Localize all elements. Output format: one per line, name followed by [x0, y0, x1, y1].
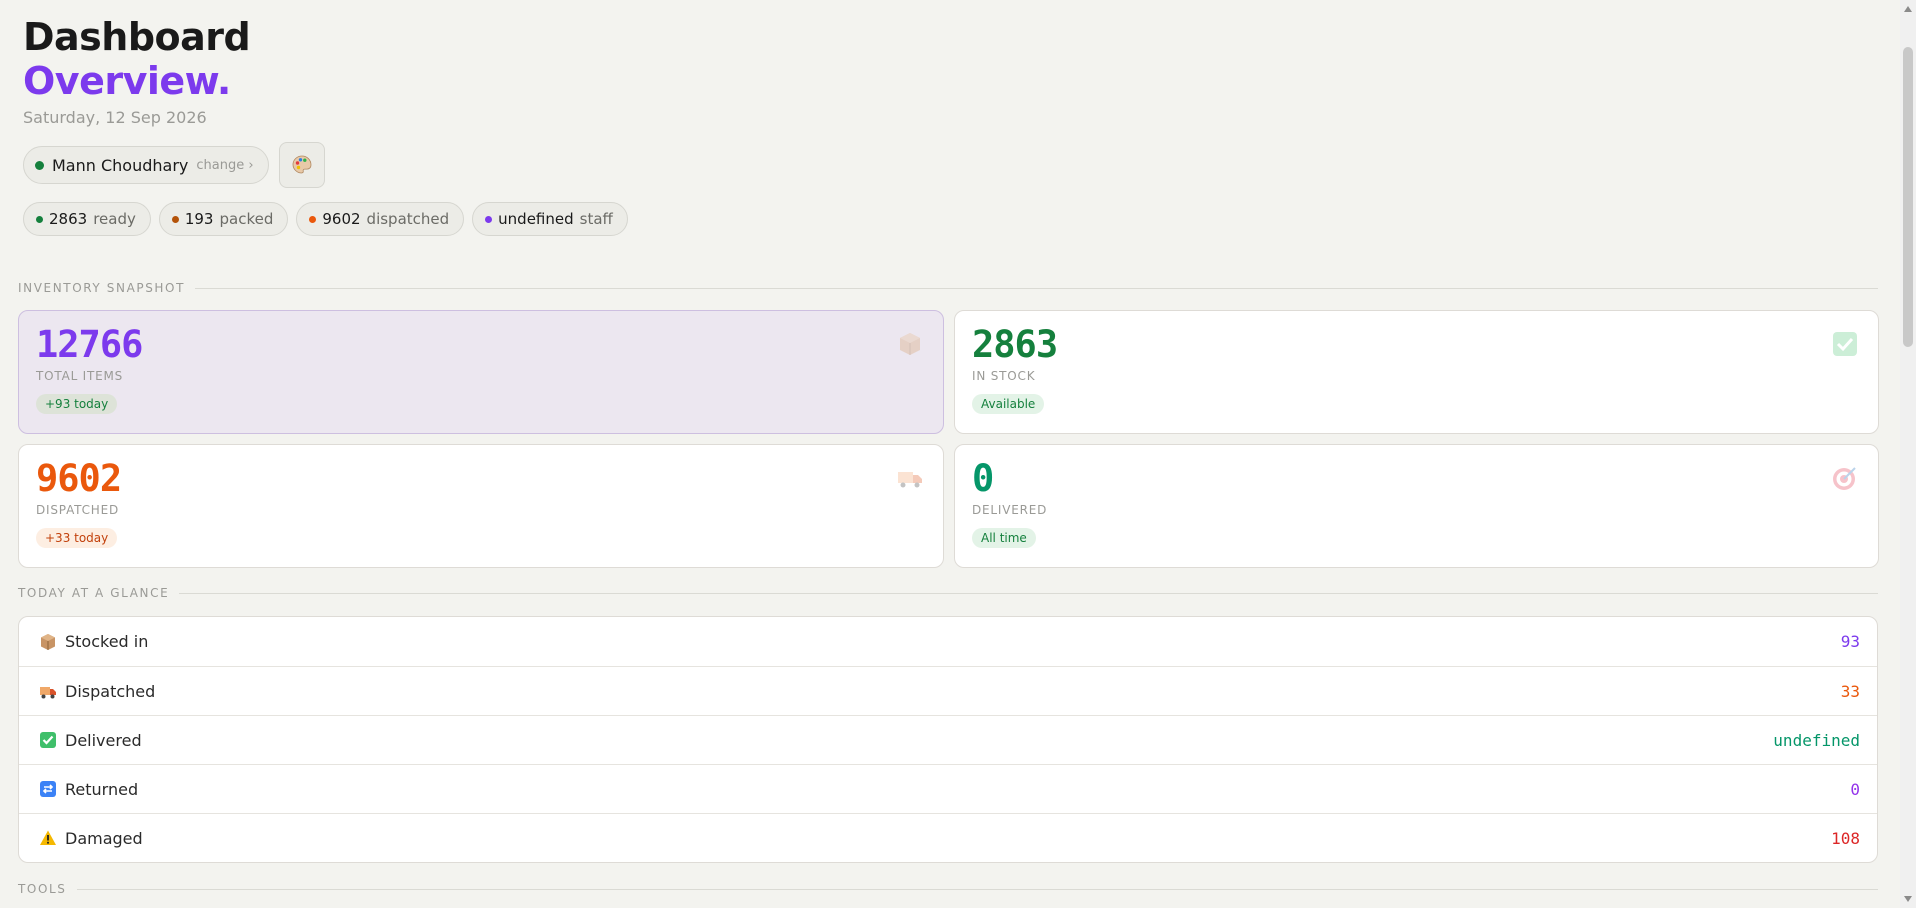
row-label: Delivered	[65, 730, 142, 750]
section-title: TODAY AT A GLANCE	[18, 586, 170, 600]
page-subtitle: Overview.	[23, 59, 231, 103]
section-title: TOOLS	[18, 882, 67, 896]
section-inventory-snapshot: INVENTORY SNAPSHOT	[18, 281, 1878, 295]
box-icon	[900, 333, 920, 355]
return-icon	[39, 780, 57, 798]
row-label: Stocked in	[65, 632, 149, 651]
truck-icon	[898, 472, 922, 488]
card-label: TOTAL ITEMS	[36, 369, 124, 383]
status-dot	[36, 215, 43, 223]
scroll-down-arrow-icon[interactable]	[1904, 896, 1912, 902]
section-divider	[179, 592, 1878, 594]
stat-pill-ready: 2863 ready	[23, 202, 151, 236]
row-value: 93	[1840, 632, 1860, 651]
card-value: 12766	[36, 323, 143, 366]
card-badge: Available	[972, 394, 1045, 414]
list-item-dispatched[interactable]: Dispatched 33	[19, 666, 1877, 715]
stat-label: packed	[219, 210, 274, 228]
box-icon	[39, 633, 57, 651]
row-label: Dispatched	[65, 681, 156, 701]
row-label: Returned	[65, 779, 139, 799]
stat-value: 9602	[322, 210, 361, 228]
warning-icon	[39, 829, 57, 847]
stat-value: 2863	[49, 210, 88, 228]
card-delivered[interactable]: 0 DELIVERED All time	[954, 444, 1879, 568]
row-value: 33	[1840, 681, 1860, 701]
status-pills: 2863 ready 193 packed 9602 dispatched un…	[23, 202, 628, 236]
row-value: undefined	[1773, 730, 1860, 750]
dashboard-page: Dashboard Overview. Saturday, 12 Sep 202…	[0, 0, 1900, 908]
stat-value: undefined	[498, 210, 574, 228]
user-name: Mann Choudhary	[52, 155, 189, 175]
status-dot	[171, 215, 179, 223]
status-dot	[485, 215, 493, 223]
list-item-delivered[interactable]: Delivered undefined	[19, 715, 1877, 764]
stat-pill-dispatched: 9602 dispatched	[296, 202, 465, 236]
stat-value: 193	[184, 210, 214, 228]
card-badge: +33 today	[36, 528, 118, 548]
check-icon	[1833, 332, 1857, 356]
current-date: Saturday, 12 Sep 2026	[23, 108, 207, 127]
list-item-stocked-in[interactable]: Stocked in 93	[19, 617, 1877, 666]
section-today-at-a-glance: TODAY AT A GLANCE	[18, 586, 1878, 600]
card-total-items[interactable]: 12766 TOTAL ITEMS +93 today	[18, 310, 944, 434]
stat-label: dispatched	[366, 210, 450, 228]
section-title: INVENTORY SNAPSHOT	[18, 281, 186, 295]
card-label: DELIVERED	[972, 503, 1048, 517]
change-user-link[interactable]: change ›	[196, 158, 253, 173]
row-label: Damaged	[65, 828, 143, 848]
user-row: Mann Choudhary change ›	[23, 142, 325, 188]
page-title: Dashboard	[23, 15, 251, 59]
user-switcher[interactable]: Mann Choudhary change ›	[23, 146, 269, 184]
palette-icon	[292, 155, 311, 174]
card-badge: +93 today	[36, 394, 118, 414]
today-list: Stocked in 93 Dispatched 33 Delivered un…	[18, 616, 1878, 863]
card-value: 2863	[972, 323, 1058, 366]
list-item-returned[interactable]: Returned 0	[19, 764, 1877, 813]
page-header: Dashboard Overview. Saturday, 12 Sep 202…	[23, 14, 251, 127]
card-value: 9602	[36, 457, 122, 500]
row-value: 0	[1850, 779, 1860, 799]
section-divider	[76, 888, 1878, 890]
theme-palette-button[interactable]	[278, 142, 325, 188]
card-dispatched[interactable]: 9602 DISPATCHED +33 today	[18, 444, 944, 568]
status-dot	[309, 215, 317, 223]
stat-label: staff	[579, 210, 613, 228]
section-divider	[195, 287, 1878, 289]
list-item-damaged[interactable]: Damaged 108	[19, 813, 1877, 862]
stat-pill-packed: 193 packed	[158, 202, 289, 236]
section-tools: TOOLS	[18, 882, 1878, 896]
card-label: IN STOCK	[972, 369, 1036, 383]
row-value: 108	[1831, 828, 1860, 848]
card-badge: All time	[972, 528, 1036, 548]
user-status-dot	[35, 160, 44, 170]
card-label: DISPATCHED	[36, 503, 119, 517]
truck-icon	[39, 682, 57, 700]
scroll-up-arrow-icon[interactable]	[1904, 6, 1912, 12]
page-scrollbar[interactable]	[1900, 0, 1916, 908]
card-value: 0	[972, 457, 994, 500]
stat-pill-staff: undefined staff	[472, 202, 628, 236]
stat-label: ready	[93, 210, 136, 228]
scrollbar-thumb[interactable]	[1903, 47, 1913, 347]
check-icon	[39, 731, 57, 749]
target-icon	[1833, 467, 1856, 490]
card-in-stock[interactable]: 2863 IN STOCK Available	[954, 310, 1879, 434]
